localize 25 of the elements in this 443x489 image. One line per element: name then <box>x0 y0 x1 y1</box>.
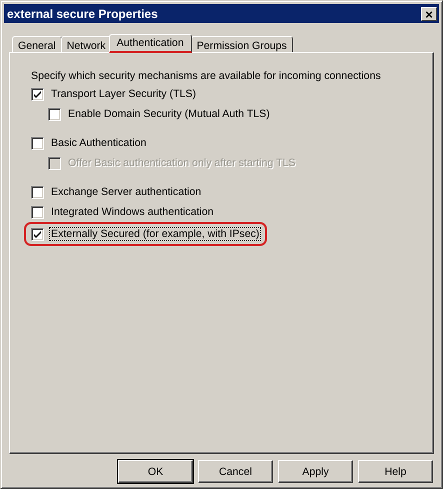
checkbox[interactable] <box>31 228 44 240</box>
checkbox-label[interactable]: Basic Authentication <box>50 137 148 149</box>
dialog-button[interactable]: Cancel <box>198 460 273 483</box>
checkbox-label[interactable]: Transport Layer Security (TLS) <box>50 88 198 100</box>
close-button[interactable]: × <box>421 6 437 20</box>
tab[interactable]: Permission Groups <box>190 36 293 52</box>
checkbox-label[interactable]: Enable Domain Security (Mutual Auth TLS) <box>67 108 271 120</box>
checkmark-icon <box>34 90 41 98</box>
checkbox[interactable] <box>48 108 61 120</box>
checkmark-icon <box>34 230 41 238</box>
checkbox-label[interactable]: Integrated Windows authentication <box>50 206 215 218</box>
checkbox[interactable] <box>31 186 44 198</box>
checkbox-label[interactable]: Exchange Server authentication <box>50 186 202 198</box>
tab[interactable]: General <box>12 36 62 52</box>
dialog-button[interactable]: Help <box>358 460 433 483</box>
checkbox[interactable] <box>31 206 44 218</box>
dialog-button[interactable]: Apply <box>278 460 353 483</box>
checkbox[interactable] <box>31 88 44 100</box>
tab[interactable]: Authentication <box>108 34 192 53</box>
checkbox-label[interactable]: Externally Secured (for example, with IPsec) <box>50 228 260 240</box>
window-title: external secure Properties <box>7 6 158 20</box>
instruction-text: Specify which security mechanisms are available for incoming connections <box>31 70 382 82</box>
checkbox[interactable] <box>31 136 44 150</box>
dialog-button[interactable]: OK <box>118 460 193 483</box>
tab[interactable]: Network <box>60 36 112 52</box>
